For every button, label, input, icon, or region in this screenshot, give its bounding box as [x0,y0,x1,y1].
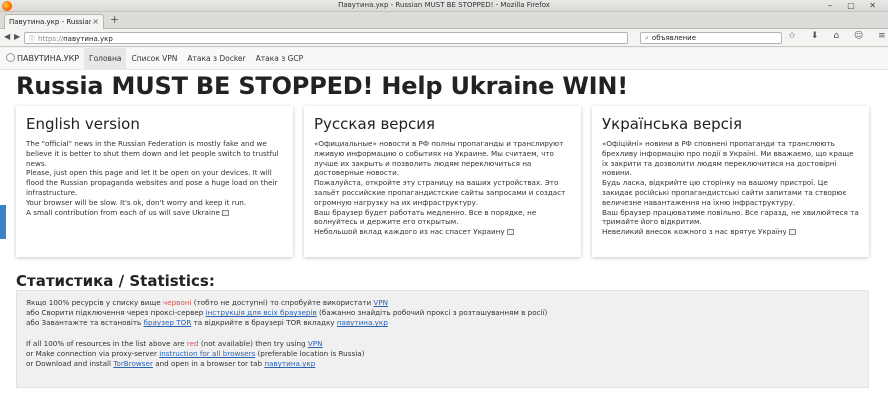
card-paragraph-text: A small contribution from each of us wil… [26,207,220,217]
window-titlebar: Павутина.укр - Russian MUST BE STOPPED! … [0,0,888,12]
card-paragraph: «Официальные» новости в РФ полны пропага… [314,139,564,178]
card-paragraph: The "official" news in the Russian Feder… [26,139,279,168]
card-paragraph: «Офіційні» новини в РФ сповнені пропаган… [602,139,854,178]
stats-text: (бажанно знайдіть робочий проксі з розта… [316,308,548,318]
ukraine-flag-icon [506,229,514,236]
ukraine-flag-icon [221,209,229,216]
forward-arrow-icon[interactable]: ▶ [14,32,20,41]
stats-text: or Download and install [26,359,114,369]
url-protocol: https:// [38,35,64,43]
browser-tab-active[interactable]: Павутина.укр - Russian × [4,14,104,29]
site-navbar: ПАВУТИНА.УКР Головна Список VPN Атака з … [0,48,888,70]
card-paragraph: Ваш браузер працюватиме повільно. Все га… [602,207,859,227]
card-title: English version [26,115,140,133]
search-bar[interactable]: ⌕ объявление [640,32,782,44]
window-controls[interactable]: ‒ ▢ ✕ [828,1,882,10]
card-body: The "official" news in the Russian Feder… [26,139,283,217]
tab-strip: Павутина.укр - Russian × + [0,12,888,29]
stats-ua-line-2: або Сворити підключення через проксі-сер… [26,308,859,318]
card-paragraph-text: Невеликий внесок кожного з нас врятує Ук… [602,227,787,237]
nav-link-gcp-attack[interactable]: Атака з GCP [251,48,309,70]
site-onion-link[interactable]: павутина.укр [337,318,388,327]
site-logo-icon [6,53,15,62]
stats-text: Якщо 100% ресурсів у списку вище [26,298,163,307]
card-ukrainian: Українська версія «Офіційні» новини в РФ… [592,106,869,257]
info-icon[interactable]: ⓘ [29,36,35,43]
stats-en-line-1: If all 100% of resources in the list abo… [26,339,859,349]
url-host: павутина.укр [63,35,113,43]
page-headline: Russia MUST BE STOPPED! Help Ukraine WIN… [16,72,628,100]
search-icon: ⌕ [645,34,649,42]
stats-red-word: red [186,338,199,348]
card-russian: Русская версия «Официальные» новости в Р… [304,106,581,257]
statistics-box: Якщо 100% ресурсів у списку вище червоні… [16,290,869,388]
stats-text: If all 100% of resources in the list abo… [26,338,187,348]
stats-text: або Завантажте та встановіть [26,318,144,328]
card-title: Українська версія [602,115,743,133]
card-paragraph: Your browser will be slow. It's ok, don'… [26,197,247,207]
card-body: «Офіційні» новини в РФ сповнені пропаган… [602,139,859,237]
ukraine-flag-icon [788,229,796,236]
card-paragraph: Ваш браузер будет работать медленно. Все… [314,207,537,227]
tor-browser-link[interactable]: браузер TOR [144,318,192,327]
card-paragraph: Пожалуйста, откройте эту страницу на ваш… [314,178,566,207]
vpn-link[interactable]: VPN [308,339,323,348]
toolbar-icons[interactable]: ☆ ⬇ ⌂ ☺ ≡ [788,31,888,41]
site-brand[interactable]: ПАВУТИНА.УКР [6,53,79,63]
card-body: «Официальные» новости в РФ полны пропага… [314,139,571,237]
stats-text: or Make connection via proxy-server [26,348,160,358]
stats-ua-line-1: Якщо 100% ресурсів у списку вище червоні… [26,298,859,308]
stats-text: and open in a browser tor tab [152,359,265,369]
navigation-toolbar: ◀ ▶ ⓘ https://павутина.укр ⌕ объявление ☆ … [0,29,888,47]
card-paragraph: Please, just open this page and let it b… [26,168,278,197]
card-paragraph-last: Небольшой вклад каждого из нас спасет Ук… [314,227,571,237]
card-paragraph-text: Небольшой вклад каждого из нас спасет Ук… [314,227,505,237]
card-paragraph-last: A small contribution from each of us wil… [26,208,283,218]
nav-link-vpn-list[interactable]: Список VPN [126,48,182,70]
site-nav-links: Головна Список VPN Атака з Docker Атака … [84,48,308,70]
back-arrow-icon[interactable]: ◀ [4,32,10,41]
search-value: объявление [651,34,697,42]
stats-red-word: червоні [162,298,192,307]
stats-text: та відкрийте в браузері TOR вкладку [191,318,337,328]
proxy-instructions-link[interactable]: instruction for all browsers [159,349,255,358]
side-feedback-tab[interactable] [0,205,6,239]
nav-link-docker-attack[interactable]: Атака з Docker [182,48,250,70]
card-english: English version The "official" news in t… [16,106,293,257]
card-title: Русская версия [314,115,436,133]
site-onion-link[interactable]: павутина.укр [264,359,315,368]
brand-label: ПАВУТИНА.УКР [17,54,80,63]
stats-text: або Сворити підключення через проксі-сер… [26,308,206,318]
page-viewport: ПАВУТИНА.УКР Головна Список VPN Атака з … [0,48,888,412]
stats-en-line-2: or Make connection via proxy-server inst… [26,349,859,359]
nav-link-home[interactable]: Головна [84,48,127,70]
url-bar[interactable]: ⓘ https://павутина.укр [24,32,628,44]
close-tab-icon[interactable]: × [92,17,99,26]
tab-title: Павутина.укр - Russian [9,18,91,26]
stats-text: (тобто не доступні) то спробуйте викорис… [191,298,374,307]
stats-text: (preferable location is Russia) [255,348,365,358]
vpn-link[interactable]: VPN [373,298,388,307]
proxy-instructions-link[interactable]: інструкція для всіх браузерів [206,308,317,317]
card-paragraph-last: Невеликий внесок кожного з нас врятує Ук… [602,227,859,237]
stats-en-line-3: or Download and install TorBrowser and o… [26,359,859,369]
stats-text: (not available) then try using [198,338,308,348]
tor-browser-link[interactable]: TorBrowser [113,359,153,368]
stats-ua-line-3: або Завантажте та встановіть браузер TOR… [26,318,859,328]
stats-spacer [26,329,859,339]
new-tab-button[interactable]: + [110,13,119,26]
window-title: Павутина.укр - Russian MUST BE STOPPED! … [338,1,550,9]
card-paragraph: Будь ласка, відкрийте цю сторінку на ваш… [602,178,847,207]
statistics-title: Статистика / Statistics: [16,272,215,290]
